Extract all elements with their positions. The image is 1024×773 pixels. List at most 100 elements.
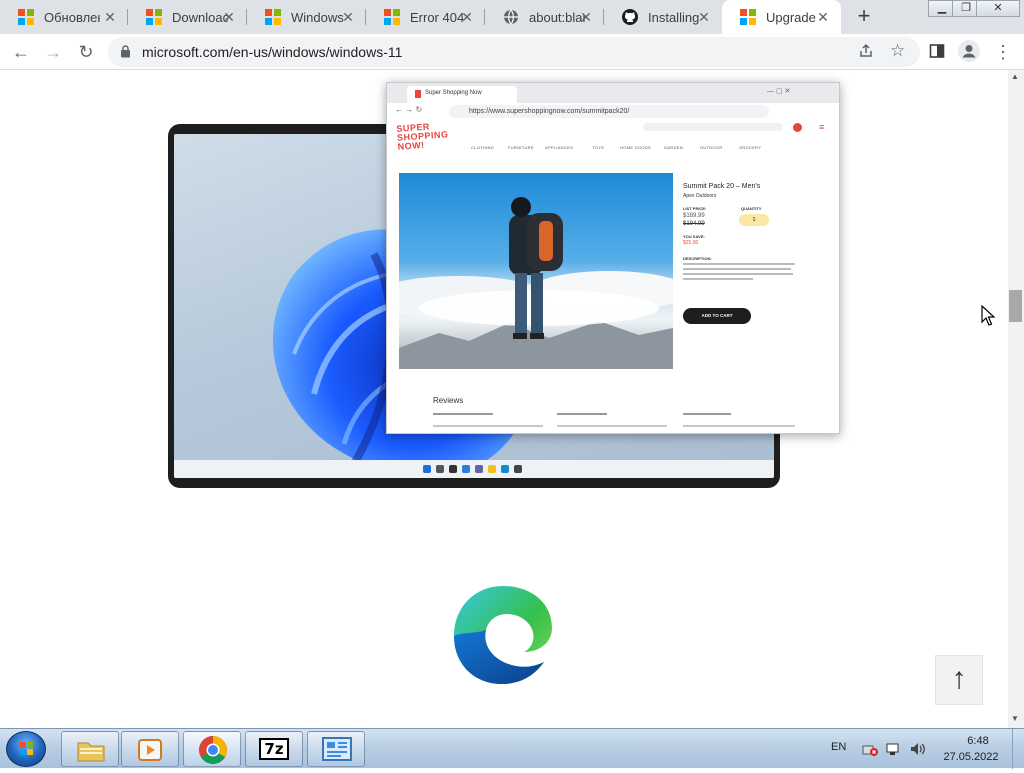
close-icon[interactable]: ✕ [578,9,594,25]
globe-icon [503,9,519,25]
reviews-heading: Reviews [433,396,464,405]
close-icon[interactable]: ✕ [221,9,237,25]
tab-title: Windows [291,9,344,25]
shop-nav-item: HOME GOODS [620,145,652,150]
page-scrollbar[interactable]: ▲ ▼ [1008,70,1024,728]
shop-nav-item: APPLIANCES [545,145,574,150]
mock-toolbar: ← → ↻ https://www.supershoppingnow.com/s… [387,103,839,120]
shop-nav-item: OUTDOOR [700,145,723,150]
forward-arrow-icon[interactable]: → [42,41,64,63]
microsoft-icon [384,9,400,25]
close-icon[interactable]: ✕ [696,9,712,25]
microsoft-icon [146,9,162,25]
folder-icon [77,742,105,762]
scroll-up-arrow-icon[interactable]: ▲ [1011,72,1019,81]
browser-tab[interactable]: about:blar ✕ [485,0,604,34]
description-label: DESCRIPTION: [683,256,712,261]
description-line [683,263,795,265]
mock-window-controls: — ▢ ✕ [767,88,791,95]
close-icon[interactable]: ✕ [459,9,475,25]
hiker-illustration [399,197,673,369]
shop-nav-item: CLOTHING [471,145,495,150]
close-icon[interactable]: ✕ [340,9,356,25]
edge-icon [501,465,509,473]
browser-tab[interactable]: Download ✕ [128,0,247,34]
shop-logo: SUPER SHOPPING NOW! [396,121,449,152]
description-line [683,268,791,270]
list-price-label: LIST PRICE: [683,206,707,211]
close-window-button[interactable]: ✕ [976,0,1020,17]
lock-icon[interactable] [120,45,131,63]
search-icon [436,465,444,473]
microsoft-icon [18,9,34,25]
bookmark-star-icon[interactable]: ☆ [890,41,905,61]
shop-favicon-icon [415,90,421,98]
quantity-label: QUANTITY [741,206,762,211]
browser-toolbar: ← → ↻ microsoft.com/en-us/windows/window… [0,34,1024,70]
review-author [557,413,607,415]
microsoft-icon [265,9,281,25]
mock-address-bar: https://www.supershoppingnow.com/summitp… [449,105,769,118]
start-icon [423,465,431,473]
explorer-icon [488,465,496,473]
address-bar[interactable]: microsoft.com/en-us/windows/windows-11 ☆ [108,37,920,67]
teams-icon [475,465,483,473]
show-desktop-button[interactable] [1012,729,1024,769]
browser-tab[interactable]: Installing ✕ [604,0,722,34]
you-save-label: YOU SAVE: [683,234,705,239]
reload-icon[interactable]: ↻ [75,41,97,63]
browser-tab[interactable]: Обновлен ✕ [0,0,128,34]
task-view-icon [449,465,457,473]
edge-logo-icon [452,584,554,686]
scrollbar-thumb[interactable] [1009,290,1022,322]
clock-date[interactable]: 27.05.2022 [940,751,1002,763]
mock-tab-title: Super Shopping Now [425,90,482,96]
taskbar-control-panel-button[interactable] [307,731,365,767]
back-arrow-icon[interactable]: ← [10,41,32,63]
close-icon[interactable]: ✕ [815,9,831,25]
close-icon[interactable]: ✕ [102,9,118,25]
share-icon[interactable] [858,43,874,64]
browser-tab-active[interactable]: Upgrade ✕ [722,0,841,34]
network-alert-icon[interactable] [862,741,878,762]
taskbar-media-player-button[interactable] [121,731,179,767]
profile-avatar-icon[interactable] [958,40,980,67]
description-line [683,278,753,280]
review-text [557,425,667,427]
tab-strip: Обновлен ✕ Download ✕ Windows ✕ Error 40… [0,0,1024,34]
volume-icon[interactable] [909,741,927,762]
page-content: Super Shopping Now — ▢ ✕ ← → ↻ https://w… [0,70,1008,728]
windows-taskbar: 7z EN 6:48 27.05.2022 [0,728,1024,769]
review-text [433,425,543,427]
browser-tab[interactable]: Error 404 ✕ [366,0,485,34]
you-save-value: $25.00 [683,240,699,246]
quantity-field: 1 [739,214,769,226]
product-photo [399,173,673,369]
back-to-top-button[interactable]: ↑ [935,655,983,705]
product-old-price: $194.99 [683,221,705,227]
windows-flag-icon [20,742,33,755]
tab-title: about:blar [529,9,585,25]
menu-kebab-icon[interactable]: ⋮ [992,41,1014,63]
add-to-cart-button: ADD TO CART [683,308,751,324]
network-icon[interactable] [885,741,901,762]
side-panel-icon[interactable] [929,43,945,64]
clock-time[interactable]: 6:48 [958,735,998,747]
taskbar-7zip-button[interactable]: 7z [245,731,303,767]
scroll-down-arrow-icon[interactable]: ▼ [1011,714,1019,723]
browser-tab[interactable]: Windows ✕ [247,0,366,34]
shop-logo-line: NOW! [397,139,425,152]
taskbar-explorer-button[interactable] [61,731,119,767]
product-brand: Apex Outdoors [683,193,717,199]
taskbar-chrome-button[interactable] [183,731,241,767]
shop-nav-item: FURNITURE [508,145,534,150]
hamburger-icon: ≡ [819,122,825,132]
microsoft-icon [740,9,756,25]
language-indicator[interactable]: EN [831,741,846,753]
start-button[interactable] [6,731,46,767]
shop-nav-item: GROCERY [739,145,762,150]
new-tab-button[interactable]: + [852,5,876,29]
mock-tab-strip: Super Shopping Now — ▢ ✕ [387,83,839,103]
tab-title: Обновлен [44,9,100,25]
tab-title: Download [172,9,228,25]
